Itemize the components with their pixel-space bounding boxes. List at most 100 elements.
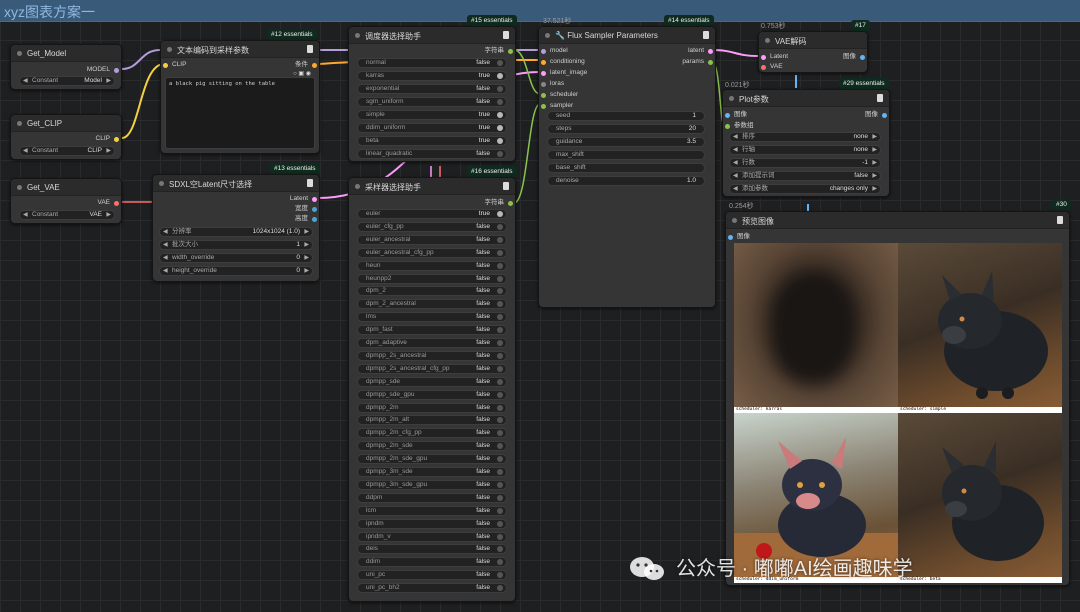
output-image[interactable]: 图像 xyxy=(865,110,887,120)
sampler_helper-toggle-12[interactable]: dpmpp_2s_ancestral_cfg_pp false xyxy=(357,363,507,374)
arrow-right-icon[interactable]: ▶ xyxy=(872,133,877,141)
toggle-knob-icon[interactable] xyxy=(497,585,503,592)
flux-widget-steps[interactable]: steps 20 xyxy=(547,124,705,134)
arrow-left-icon[interactable]: ◀ xyxy=(163,241,168,249)
node-scheduler-helper[interactable]: 调度器选择助手 字符串 normal false karras true exponen… xyxy=(348,26,516,162)
toggle-knob-icon[interactable] xyxy=(497,391,503,398)
plot-widget-0[interactable]: ◀ 排序 none ▶ xyxy=(729,132,881,142)
node-preview-image[interactable]: 预览图像 图像 scheduler: karras scheduler: sim… xyxy=(725,211,1070,586)
document-icon[interactable] xyxy=(703,31,709,39)
arrow-left-icon[interactable]: ◀ xyxy=(733,133,738,141)
preview-image-simple[interactable]: scheduler: simple xyxy=(898,243,1062,413)
node-get-vae[interactable]: Get_VAE VAE ◀ Constant VAE ▶ xyxy=(10,178,122,224)
collapse-dot-icon[interactable] xyxy=(729,96,734,101)
node-sdxl-latent[interactable]: SDXL空Latent尺寸选择 Latent 宽度 高度 ◀ 分辨率 1024x… xyxy=(152,174,320,282)
sampler_helper-toggle-3[interactable]: euler_ancestral_cfg_pp false xyxy=(357,247,507,258)
arrow-right-icon[interactable]: ▶ xyxy=(304,254,309,262)
output-conditioning[interactable]: 条件 xyxy=(295,60,317,70)
toggle-knob-icon[interactable] xyxy=(497,378,503,385)
port-dot-icon[interactable] xyxy=(312,216,317,222)
arrow-right-icon[interactable]: ▶ xyxy=(872,159,877,167)
arrow-left-icon[interactable]: ◀ xyxy=(733,159,738,167)
scheduler_helper-toggle-4[interactable]: simple true xyxy=(357,110,507,120)
arrow-right-icon[interactable]: ▶ xyxy=(106,211,111,219)
toggle-knob-icon[interactable] xyxy=(497,236,503,243)
toggle-knob-icon[interactable] xyxy=(497,520,503,527)
scheduler_helper-toggle-5[interactable]: ddim_uniform true xyxy=(357,123,507,133)
document-icon[interactable] xyxy=(503,31,509,39)
sampler_helper-toggle-13[interactable]: dpmpp_sde false xyxy=(357,376,507,387)
arrow-right-icon[interactable]: ▶ xyxy=(106,147,111,155)
flux-widget-max_shift[interactable]: max_shift xyxy=(547,150,705,160)
arrow-right-icon[interactable]: ▶ xyxy=(872,172,877,180)
toggle-knob-icon[interactable] xyxy=(497,301,503,308)
node-text-encode[interactable]: 文本编码到采样参数 CLIP 条件 ○ ▣ ◉ a black pig sitt… xyxy=(160,40,320,154)
output-height[interactable]: 高度 xyxy=(295,214,317,224)
node-title-bar[interactable]: SDXL空Latent尺寸选择 xyxy=(153,175,319,192)
toggle-knob-icon[interactable] xyxy=(497,138,503,144)
input-latent[interactable]: Latent xyxy=(761,52,788,62)
node-title-bar[interactable]: 调度器选择助手 xyxy=(349,27,515,44)
toggle-knob-icon[interactable] xyxy=(497,404,503,411)
toggle-knob-icon[interactable] xyxy=(497,262,503,269)
port-dot-icon[interactable] xyxy=(508,200,513,206)
sampler_helper-toggle-5[interactable]: heunpp2 false xyxy=(357,273,507,284)
constant-combo[interactable]: ◀ Constant CLIP ▶ xyxy=(19,146,115,156)
input-image[interactable]: 图像 xyxy=(728,232,750,242)
port-dot-icon[interactable] xyxy=(725,123,730,129)
node-title-bar[interactable]: VAE解码 xyxy=(759,32,867,49)
plot-widget-1[interactable]: ◀ 行轴 none ▶ xyxy=(729,145,881,155)
arrow-right-icon[interactable]: ▶ xyxy=(304,267,309,275)
input-clip[interactable]: CLIP xyxy=(163,60,186,70)
toggle-knob-icon[interactable] xyxy=(497,314,503,321)
port-dot-icon[interactable] xyxy=(761,54,766,60)
sampler_helper-toggle-25[interactable]: ipndm_v false xyxy=(357,531,507,542)
port-dot-icon[interactable] xyxy=(541,103,546,109)
sampler_helper-toggle-4[interactable]: heun false xyxy=(357,260,507,271)
toggle-knob-icon[interactable] xyxy=(497,223,503,230)
constant-combo[interactable]: ◀ Constant Model ▶ xyxy=(19,76,115,86)
group-header[interactable]: xyz图表方案一 xyxy=(0,0,1080,22)
toggle-knob-icon[interactable] xyxy=(497,443,503,450)
output-image[interactable]: 图像 xyxy=(843,52,865,62)
arrow-right-icon[interactable]: ▶ xyxy=(872,146,877,154)
collapse-dot-icon[interactable] xyxy=(167,47,172,52)
port-dot-icon[interactable] xyxy=(541,59,546,65)
input-conditioning[interactable]: conditioning xyxy=(541,57,585,67)
arrow-left-icon[interactable]: ◀ xyxy=(163,228,168,236)
input-sampler[interactable]: sampler xyxy=(541,101,573,111)
arrow-left-icon[interactable]: ◀ xyxy=(733,172,738,180)
toggle-knob-icon[interactable] xyxy=(497,275,503,282)
sampler_helper-toggle-11[interactable]: dpmpp_2s_ancestral false xyxy=(357,350,507,361)
arrow-left-icon[interactable]: ◀ xyxy=(23,77,28,85)
toggle-knob-icon[interactable] xyxy=(497,365,503,372)
output-string[interactable]: 字符串 xyxy=(485,46,513,56)
toggle-knob-icon[interactable] xyxy=(497,507,503,514)
output-latent[interactable]: latent xyxy=(688,46,713,56)
sampler_helper-toggle-24[interactable]: ipndm false xyxy=(357,518,507,529)
width-override-number[interactable]: ◀ width_override 0 ▶ xyxy=(159,253,313,263)
arrow-right-icon[interactable]: ▶ xyxy=(304,228,309,236)
sampler_helper-toggle-14[interactable]: dpmpp_sde_gpu false xyxy=(357,389,507,400)
collapse-dot-icon[interactable] xyxy=(17,185,22,190)
collapse-dot-icon[interactable] xyxy=(355,184,360,189)
toggle-knob-icon[interactable] xyxy=(497,572,503,579)
port-dot-icon[interactable] xyxy=(541,92,546,98)
collapse-dot-icon[interactable] xyxy=(17,51,22,56)
sampler_helper-toggle-15[interactable]: dpmpp_2m false xyxy=(357,402,507,413)
node-flux-sampler[interactable]: 🔧 Flux Sampler Parameters model conditio… xyxy=(538,26,716,308)
toggle-knob-icon[interactable] xyxy=(497,494,503,501)
sampler_helper-toggle-10[interactable]: dpm_adaptive false xyxy=(357,338,507,348)
plot-widget-3[interactable]: ◀ 添加提示词 false ▶ xyxy=(729,171,881,181)
preview-image-karras[interactable]: scheduler: karras xyxy=(734,243,898,413)
toggle-knob-icon[interactable] xyxy=(497,73,503,79)
port-dot-icon[interactable] xyxy=(541,81,546,87)
toggle-knob-icon[interactable] xyxy=(497,430,503,437)
toggle-knob-icon[interactable] xyxy=(497,469,503,475)
arrow-left-icon[interactable]: ◀ xyxy=(163,254,168,262)
arrow-left-icon[interactable]: ◀ xyxy=(23,147,28,155)
output-width[interactable]: 宽度 xyxy=(295,204,317,214)
sampler_helper-toggle-18[interactable]: dpmpp_2m_sde false xyxy=(357,441,507,452)
flux-widget-guidance[interactable]: guidance 3.5 xyxy=(547,137,705,147)
output-latent[interactable]: Latent xyxy=(290,194,317,204)
